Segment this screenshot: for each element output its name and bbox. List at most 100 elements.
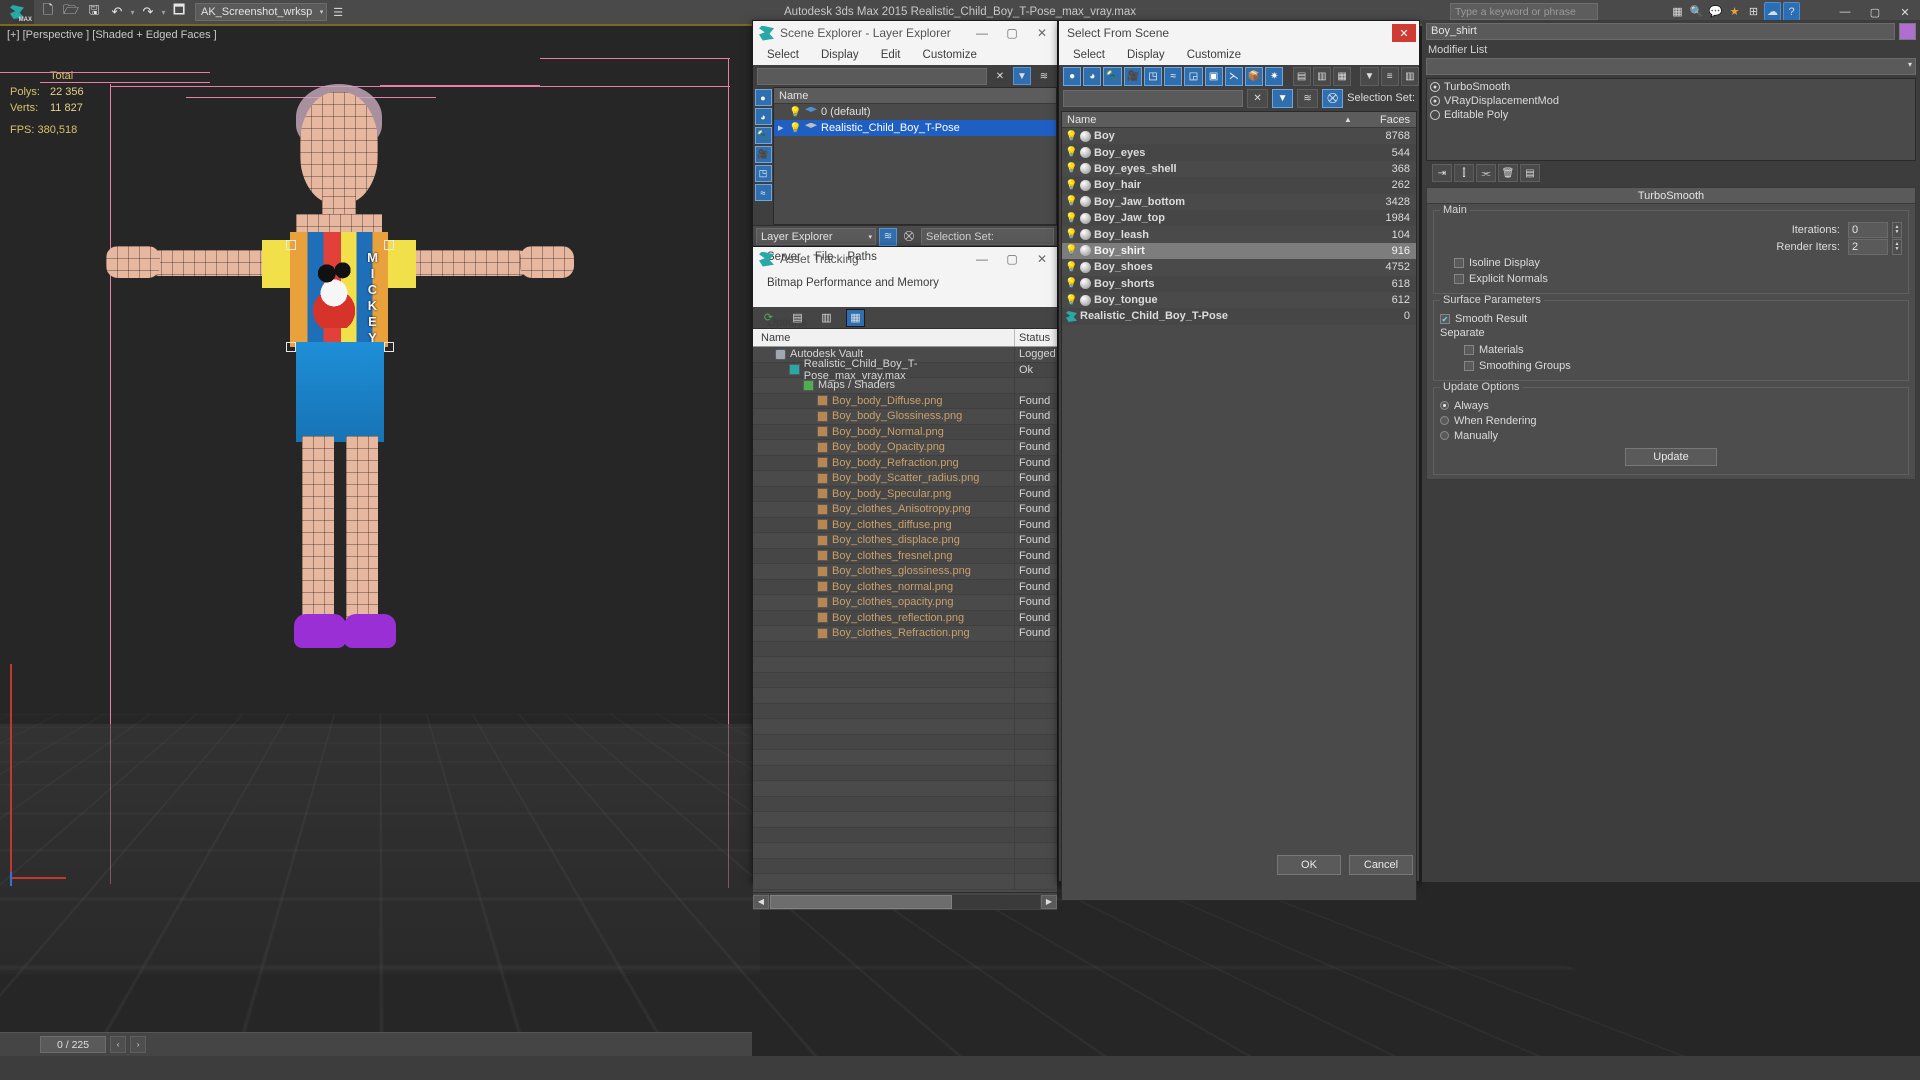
boy-shorts-mesh[interactable]	[296, 342, 384, 442]
sfs-menu-customize[interactable]: Customize	[1187, 49, 1241, 61]
command-panel[interactable]: Boy_shirt Modifier List ● TurboSmooth ● …	[1422, 20, 1920, 882]
scene-object-row[interactable]: 💡 Boy_shoes 4752	[1062, 259, 1416, 275]
object-color-swatch[interactable]	[1899, 22, 1916, 40]
scroll-thumb[interactable]	[770, 894, 952, 909]
boy-right-shoe-mesh[interactable]	[344, 614, 396, 648]
scene-explorer-title-bar[interactable]: Scene Explorer - Layer Explorer — ▢ ✕	[753, 21, 1057, 45]
undo-icon[interactable]: ↶	[106, 2, 128, 22]
lightbulb-icon[interactable]: 💡	[1065, 196, 1077, 207]
lightbulb-icon[interactable]: 💡	[1065, 180, 1077, 191]
asset-tracking-rows[interactable]: Autodesk Vault Logged Realistic_Child_Boy_…	[753, 347, 1057, 892]
object-name-field[interactable]: Boy_shirt	[1426, 22, 1895, 40]
separate-materials-checkbox[interactable]	[1464, 345, 1474, 355]
helpers-filter-icon[interactable]: ◳	[1143, 66, 1163, 86]
asset-column-status[interactable]: Status	[1015, 329, 1057, 346]
asset-row[interactable]: Boy_body_Diffuse.png Found	[753, 393, 1057, 409]
boy-right-hand-mesh[interactable]	[520, 246, 574, 278]
asset-column-name[interactable]: Name	[753, 329, 1015, 346]
lightbulb-icon[interactable]: 💡	[1065, 147, 1077, 158]
exchange-app-icon[interactable]: ⊞	[1745, 2, 1762, 21]
time-slider-bar[interactable]: 0 / 225 ‹ ›	[0, 1032, 752, 1056]
redo-icon[interactable]: ↷	[137, 2, 159, 22]
select-from-scene-search-input[interactable]	[1063, 89, 1244, 107]
lightbulb-icon[interactable]: 💡	[1065, 245, 1077, 256]
scene-explorer-menu-customize[interactable]: Customize	[923, 49, 977, 61]
asset-row[interactable]: Boy_body_Normal.png Found	[753, 424, 1057, 440]
filter-icon[interactable]: ▼	[1360, 66, 1379, 86]
asset-row[interactable]: Boy_clothes_diffuse.png Found	[753, 517, 1057, 533]
lightbulb-icon[interactable]: 💡	[1065, 213, 1077, 224]
sfs-column-faces[interactable]: Faces	[1356, 114, 1416, 126]
render-iters-input[interactable]: 2	[1848, 238, 1888, 255]
asset-row[interactable]: Boy_clothes_glossiness.png Found	[753, 564, 1057, 580]
geometry-filter-icon[interactable]: ●	[754, 89, 772, 106]
hierarchy-view-icon[interactable]: ⛒	[900, 228, 918, 246]
lightbulb-icon[interactable]: 💡	[1065, 262, 1077, 273]
update-always-radio[interactable]	[1440, 401, 1449, 410]
asset-row[interactable]: Maps / Shaders	[753, 378, 1057, 394]
scroll-left-icon[interactable]: ◀	[753, 894, 769, 909]
smooth-result-checkbox[interactable]: ✔	[1440, 314, 1450, 324]
scene-object-row[interactable]: 💡 Boy 8768	[1062, 128, 1416, 144]
scene-object-row[interactable]: 💡 Boy_Jaw_bottom 3428	[1062, 194, 1416, 210]
scene-explorer-menu-edit[interactable]: Edit	[881, 49, 901, 61]
lightbulb-icon[interactable]: 💡	[1065, 163, 1077, 174]
asset-row[interactable]: Boy_clothes_normal.png Found	[753, 579, 1057, 595]
list-view-icon[interactable]: ▤	[788, 309, 807, 327]
cancel-button[interactable]: Cancel	[1349, 855, 1413, 875]
asset-menu-bitmap[interactable]: Bitmap Performance and Memory	[767, 277, 939, 289]
asset-row[interactable]: Boy_body_Scatter_radius.png Found	[753, 471, 1057, 487]
asset-row[interactable]: Boy_clothes_reflection.png Found	[753, 610, 1057, 626]
comment-icon[interactable]: 💬	[1707, 2, 1724, 21]
3dsmax-logo-icon[interactable]: MAX	[0, 0, 34, 24]
iterations-input[interactable]: 0	[1848, 221, 1888, 238]
scroll-track[interactable]	[770, 894, 1040, 909]
next-frame-button[interactable]: ›	[130, 1036, 147, 1053]
lightbulb-icon[interactable]: 💡	[1065, 295, 1077, 306]
update-manually-radio[interactable]	[1440, 431, 1449, 440]
lightbulb-icon[interactable]: 💡	[789, 123, 801, 134]
sort-ascending-icon[interactable]: ▲	[1344, 115, 1356, 124]
undo-dropdown-icon[interactable]: ▾	[129, 8, 136, 17]
light-bulb-toggle-icon[interactable]: ●	[1430, 82, 1440, 92]
modifier-stack[interactable]: ● TurboSmooth ● VRayDisplacementMod Edit…	[1426, 78, 1916, 161]
explicit-normals-row[interactable]: Explicit Normals	[1440, 271, 1902, 287]
remove-modifier-icon[interactable]: 🗑	[1498, 164, 1518, 182]
asset-tracking-hscrollbar[interactable]: ◀ ▶	[753, 892, 1057, 910]
turbosmooth-rollout[interactable]: TurboSmooth Main Iterations: 0 ▲ ▼ Render…	[1426, 187, 1916, 480]
asset-tracking-maximize-button[interactable]: ▢	[997, 247, 1027, 271]
asset-row[interactable]: Realistic_Child_Boy_T-Pose_max_vray.max O…	[753, 358, 1057, 382]
redo-dropdown-icon[interactable]: ▾	[160, 8, 167, 17]
shapes-filter-icon[interactable]: ◕	[754, 108, 772, 125]
isoline-display-row[interactable]: Isoline Display	[1440, 255, 1902, 271]
make-unique-icon[interactable]: ⫘	[1476, 164, 1496, 182]
scene-explorer-minimize-button[interactable]: —	[967, 21, 997, 45]
asset-row[interactable]: Boy_clothes_Refraction.png Found	[753, 626, 1057, 642]
scene-object-row[interactable]: 💡 Boy_eyes_shell 368	[1062, 161, 1416, 177]
clear-search-icon[interactable]: ✕	[991, 67, 1009, 85]
layers-icon[interactable]: ≋	[1297, 88, 1319, 108]
scroll-right-icon[interactable]: ▶	[1041, 894, 1057, 909]
scene-explorer-menu-select[interactable]: Select	[767, 49, 799, 61]
time-slider-handle[interactable]: 0 / 225	[40, 1036, 107, 1053]
filter-icon[interactable]: ▼	[1013, 67, 1031, 85]
sfs-menu-display[interactable]: Display	[1127, 49, 1165, 61]
turbosmooth-rollout-header[interactable]: TurboSmooth	[1427, 188, 1915, 204]
asset-row[interactable]: Boy_body_Refraction.png Found	[753, 455, 1057, 471]
scene-object-row[interactable]: 💡 Boy_tongue 612	[1062, 292, 1416, 308]
spacewarps-filter-icon[interactable]: ≈	[1164, 66, 1183, 86]
character-model[interactable]: MICKEY	[106, 54, 750, 894]
select-from-scene-dialog[interactable]: Select From Scene ✕ Select Display Custo…	[1058, 20, 1420, 901]
grid-view-icon[interactable]: ▦	[846, 308, 865, 327]
light-bulb-toggle-icon[interactable]	[1430, 110, 1440, 120]
explorer-mode-combo[interactable]: Layer Explorer	[756, 228, 876, 245]
asset-tracking-minimize-button[interactable]: —	[967, 247, 997, 271]
isoline-display-checkbox[interactable]	[1454, 258, 1464, 268]
set-project-folder-icon[interactable]: 🗖	[168, 2, 190, 22]
update-when-rendering-row[interactable]: When Rendering	[1440, 413, 1902, 428]
helpers-filter-icon[interactable]: ◳	[754, 165, 772, 182]
asset-row[interactable]: Boy_body_Opacity.png Found	[753, 440, 1057, 456]
modifier-stack-item-editablepoly[interactable]: Editable Poly	[1428, 108, 1914, 122]
lightbulb-icon[interactable]: 💡	[789, 107, 801, 118]
separate-materials-row[interactable]: Materials	[1440, 342, 1902, 358]
